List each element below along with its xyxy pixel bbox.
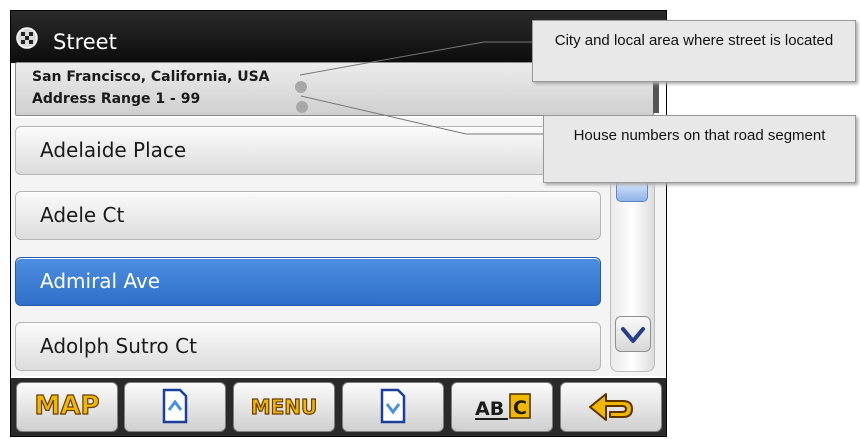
page-up-icon	[162, 388, 188, 424]
street-list-item[interactable]: Adolph Sutro Ct	[15, 322, 601, 371]
address-range-callout: House numbers on that road segment	[543, 115, 856, 183]
map-button-label: MAP	[34, 390, 100, 421]
page-down-button[interactable]	[342, 382, 444, 432]
street-list-item[interactable]: Adele Ct	[15, 191, 601, 240]
menu-button-label: MENU	[250, 394, 318, 419]
scroll-down-button[interactable]	[615, 316, 651, 352]
bottom-toolbar: MAP MENU AB C	[11, 378, 666, 436]
svg-text:AB: AB	[475, 398, 504, 420]
street-name: Adolph Sutro Ct	[40, 334, 197, 358]
map-button[interactable]: MAP	[16, 382, 118, 432]
callout-marker-dot	[296, 101, 308, 113]
address-range-text: Address Range 1 - 99	[32, 91, 201, 107]
street-name: Admiral Ave	[40, 269, 161, 293]
keyboard-abc-button[interactable]: AB C	[451, 382, 553, 432]
keyboard-abc-icon: AB C	[475, 393, 531, 420]
street-name: Adelaide Place	[40, 138, 187, 162]
location-callout: City and local area where street is loca…	[532, 20, 856, 82]
street-list-item[interactable]: Adelaide Place	[15, 126, 601, 175]
street-list-item-selected[interactable]: Admiral Ave	[15, 257, 601, 306]
street-name: Adele Ct	[40, 203, 125, 227]
menu-button[interactable]: MENU	[233, 382, 335, 432]
svg-text:C: C	[513, 397, 527, 419]
scroll-thumb[interactable]	[616, 180, 648, 202]
address-range-callout-text: House numbers on that road segment	[573, 127, 826, 144]
location-text: San Francisco, California, USA	[32, 69, 270, 85]
page-up-button[interactable]	[124, 382, 226, 432]
back-button[interactable]	[560, 382, 662, 432]
chevron-down-icon	[621, 327, 645, 343]
back-arrow-icon	[589, 393, 633, 421]
callout-marker-dot	[295, 81, 307, 93]
location-callout-text: City and local area where street is loca…	[554, 32, 834, 49]
checkered-flag-icon	[16, 27, 38, 49]
page-title: Street	[53, 30, 117, 54]
page-down-icon	[380, 388, 406, 424]
